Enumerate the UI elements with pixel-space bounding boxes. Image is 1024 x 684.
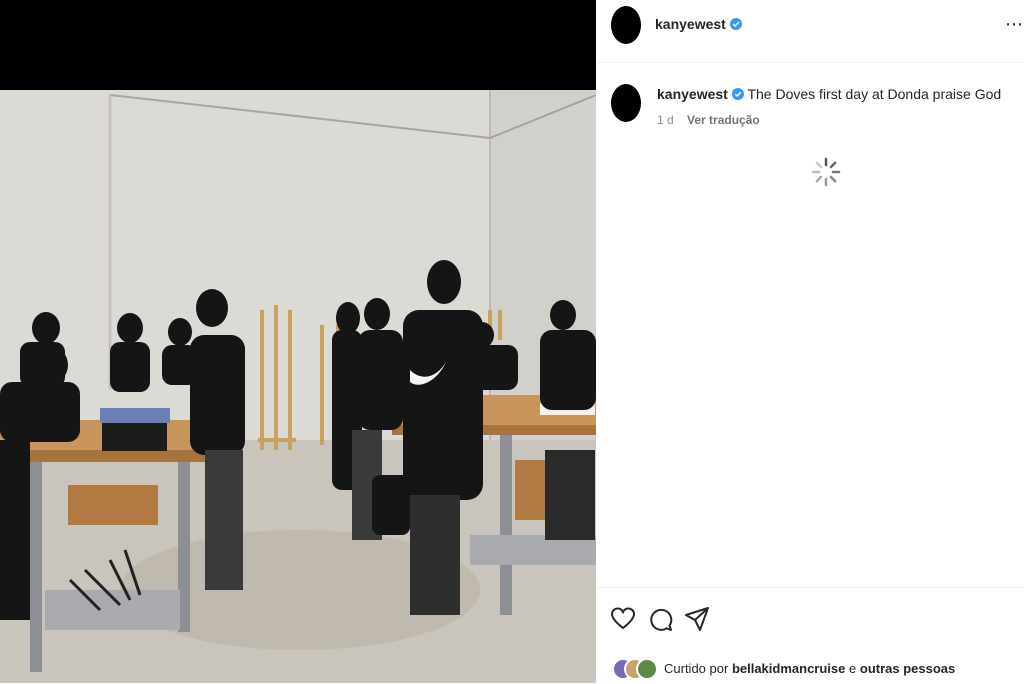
caption-avatar[interactable]	[611, 84, 641, 122]
verified-badge-icon	[731, 88, 744, 100]
liked-by-text: Curtido por bellakidmancruise e outras p…	[664, 661, 955, 676]
author-avatar[interactable]	[611, 6, 641, 44]
verified-badge-icon	[729, 18, 742, 30]
more-options-icon[interactable]: ⋯	[1005, 14, 1024, 35]
comment-bubble-icon[interactable]	[647, 606, 673, 632]
caption-text: The Doves first day at Donda praise God	[747, 86, 1002, 102]
see-translation-link[interactable]: Ver tradução	[687, 113, 760, 127]
liked-by-prefix: Curtido por	[664, 661, 729, 676]
liked-by-others[interactable]: outras pessoas	[860, 661, 955, 676]
post-actions-bar: Curtido por bellakidmancruise e outras p…	[596, 587, 1024, 684]
author-username[interactable]: kanyewest	[655, 16, 726, 32]
post-time: 1 d	[657, 113, 674, 127]
paper-plane-icon[interactable]	[684, 606, 710, 632]
post-details-panel: kanyewest ⋯ kanyewest The Doves first da…	[596, 0, 1024, 683]
liked-by-conjunction: e	[849, 661, 857, 676]
post-caption: kanyewest The Doves first day at Donda p…	[657, 85, 1017, 103]
liker-avatar	[636, 658, 658, 680]
caption-meta: 1 d Ver tradução	[657, 113, 770, 127]
liked-by-user[interactable]: bellakidmancruise	[732, 661, 845, 676]
post-photo[interactable]	[0, 90, 596, 683]
caption-username[interactable]: kanyewest	[657, 86, 728, 102]
post-header: kanyewest ⋯	[596, 0, 1024, 63]
loading-spinner-icon	[811, 157, 841, 187]
post-media[interactable]	[0, 0, 596, 683]
author-username-row[interactable]: kanyewest	[655, 16, 742, 32]
heart-icon[interactable]	[610, 606, 636, 632]
